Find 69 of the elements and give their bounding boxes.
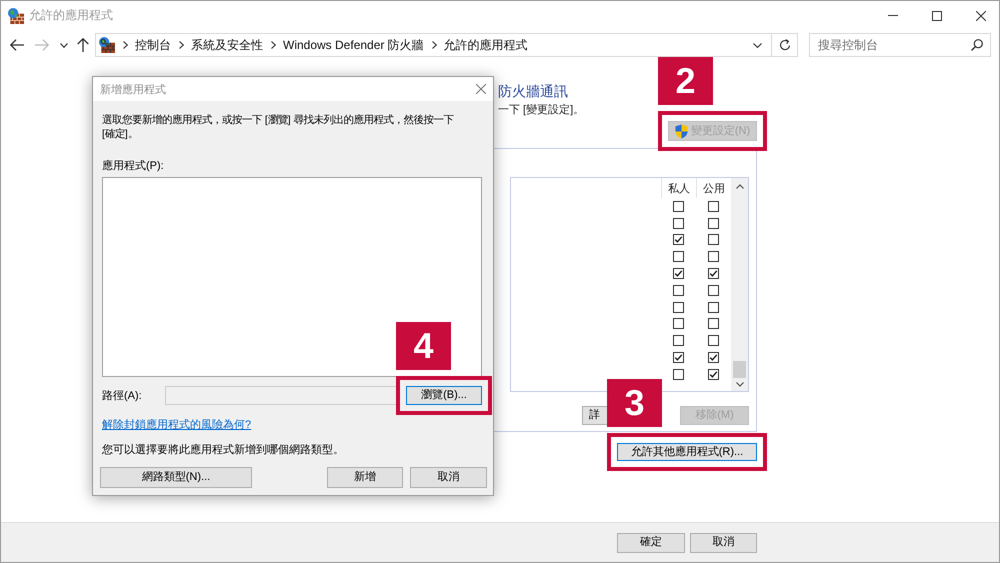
checkbox[interactable] bbox=[673, 318, 684, 330]
checkbox[interactable] bbox=[708, 234, 719, 246]
checkbox[interactable] bbox=[708, 352, 719, 364]
checkbox[interactable] bbox=[708, 335, 719, 346]
step-badge: 4 bbox=[396, 322, 451, 370]
checkbox[interactable] bbox=[708, 268, 719, 280]
dialog-button[interactable]: 新增 bbox=[327, 467, 403, 488]
address-bar[interactable]: 控制台 系統及安全性 Windows Defender 防火牆 允許的應用程式 bbox=[95, 33, 772, 57]
checkbox[interactable] bbox=[673, 284, 684, 296]
breadcrumb-item[interactable]: 允許的應用程式 bbox=[444, 36, 528, 54]
refresh-button[interactable] bbox=[772, 33, 798, 57]
scrollbar[interactable] bbox=[731, 178, 748, 391]
step-badge: 3 bbox=[607, 379, 662, 427]
checkbox[interactable] bbox=[673, 200, 684, 212]
step-badge: 2 bbox=[658, 57, 713, 105]
allow-another-app-button[interactable]: 允許其他應用程式(R)... bbox=[617, 443, 757, 461]
checkbox[interactable] bbox=[708, 200, 719, 212]
brick-wall-icon bbox=[99, 37, 115, 53]
dialog-button[interactable]: 取消 bbox=[410, 467, 487, 488]
chevron-down-icon[interactable] bbox=[60, 42, 68, 48]
window-title: 允許的應用程式 bbox=[29, 7, 113, 24]
browse-button[interactable]: 瀏覽(B)... bbox=[406, 386, 482, 405]
checkbox[interactable] bbox=[708, 218, 719, 229]
refresh-icon bbox=[778, 39, 790, 51]
checkbox[interactable] bbox=[673, 218, 684, 229]
search-field[interactable]: 搜尋控制台 bbox=[809, 33, 991, 57]
footer-button[interactable]: 確定 bbox=[617, 532, 685, 552]
scroll-thumb[interactable] bbox=[733, 361, 746, 378]
maximize-icon[interactable] bbox=[932, 10, 942, 20]
page-heading: 防火牆通訊 bbox=[498, 83, 568, 100]
breadcrumb-item[interactable]: 系統及安全性 bbox=[191, 36, 263, 54]
chevron-right-icon bbox=[123, 41, 128, 49]
checkbox[interactable] bbox=[708, 302, 719, 313]
dialog-title: 新增應用程式 bbox=[100, 82, 166, 96]
chevron-down-icon[interactable] bbox=[753, 42, 762, 48]
checkbox[interactable] bbox=[708, 284, 719, 296]
instruction-text: 一下 [變更設定]。 bbox=[498, 103, 584, 117]
dialog-button[interactable]: 網路類型(N)... bbox=[100, 467, 252, 488]
checkbox[interactable] bbox=[708, 251, 719, 262]
breadcrumb-item[interactable]: Windows Defender 防火牆 bbox=[283, 36, 424, 54]
checkbox[interactable] bbox=[673, 352, 684, 364]
chevron-right-icon bbox=[271, 41, 276, 49]
breadcrumb-item[interactable]: 控制台 bbox=[135, 36, 171, 54]
checkbox[interactable] bbox=[673, 335, 684, 346]
close-icon[interactable] bbox=[976, 10, 986, 20]
field-label: 應用程式(P): bbox=[102, 159, 164, 173]
chevron-right-icon bbox=[432, 41, 437, 49]
column-header[interactable]: 私人 bbox=[661, 178, 696, 198]
caret-down-icon[interactable] bbox=[736, 382, 744, 387]
apps-listbox[interactable] bbox=[102, 177, 482, 377]
field-label: 路徑(A): bbox=[102, 389, 143, 403]
footer-button[interactable]: 取消 bbox=[690, 532, 757, 552]
help-link[interactable]: 解除封鎖應用程式的風險為何? bbox=[102, 418, 252, 432]
checkbox[interactable] bbox=[673, 368, 684, 380]
search-icon[interactable] bbox=[971, 39, 983, 51]
checkbox[interactable] bbox=[708, 318, 719, 330]
caret-up-icon[interactable] bbox=[736, 184, 744, 189]
chevron-right-icon bbox=[179, 41, 184, 49]
brick-wall-icon bbox=[8, 8, 24, 24]
shield-icon bbox=[674, 124, 688, 138]
checkbox[interactable] bbox=[673, 302, 684, 313]
up-arrow-icon[interactable] bbox=[77, 38, 89, 52]
instruction-text: 選取您要新增的應用程式，或按一下 [瀏覽] 尋找未列出的應用程式，然後按一下 [確定]。 bbox=[102, 114, 455, 142]
checkbox[interactable] bbox=[673, 251, 684, 262]
back-arrow-icon[interactable] bbox=[10, 39, 24, 51]
checkbox[interactable] bbox=[673, 234, 684, 246]
note-text: 您可以選擇要將此應用程式新增到哪個網路類型。 bbox=[102, 443, 344, 457]
checkbox[interactable] bbox=[708, 368, 719, 380]
checkbox[interactable] bbox=[673, 268, 684, 280]
